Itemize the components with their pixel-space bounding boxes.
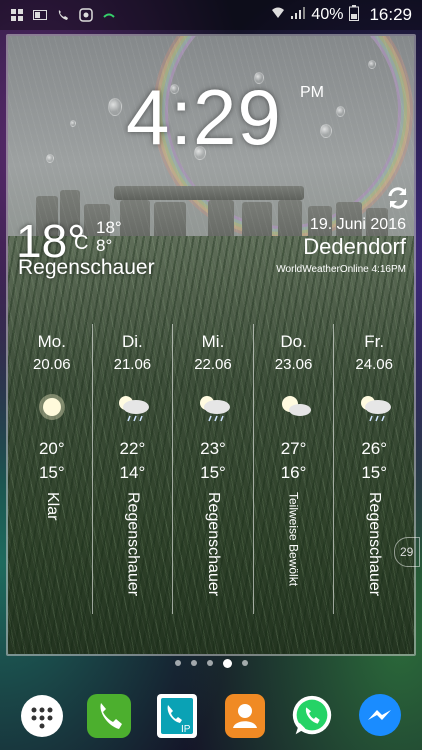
missed-call-icon: [102, 8, 116, 22]
forecast-high: 22°: [119, 439, 146, 458]
forecast-day-name: Fr.: [364, 332, 385, 351]
ip-call-app-icon[interactable]: IP: [153, 692, 201, 740]
forecast-condition: Klar: [43, 492, 61, 521]
forecast-low: 16°: [280, 463, 307, 482]
current-low: 8°: [96, 236, 113, 255]
sun-cloud-rain-icon: [354, 391, 394, 423]
forecast-day[interactable]: Do. 23.06 27° 16° Teilweise Bewölkt: [252, 324, 334, 614]
forecast-day-name: Mi.: [201, 332, 225, 351]
page-dot[interactable]: [190, 660, 197, 666]
apps-drawer-button[interactable]: [18, 692, 66, 740]
phone-app-icon[interactable]: [85, 692, 133, 740]
sun-cloud-rain-icon: [193, 391, 233, 423]
app-dock: IP: [0, 682, 422, 750]
forecast-date: 20.06: [33, 356, 71, 373]
svg-text:IP: IP: [181, 724, 191, 735]
forecast-day[interactable]: Fr. 24.06 26° 15° Regenschauer: [333, 324, 414, 614]
forecast-date: 21.06: [113, 356, 152, 373]
viber-icon: [79, 8, 93, 22]
forecast-condition: Regenschauer: [124, 492, 142, 597]
clock-ampm: PM: [300, 84, 324, 101]
forecast-condition: Regenschauer: [366, 492, 384, 597]
battery-40-icon: [33, 8, 47, 22]
forecast-high: 20°: [38, 439, 65, 458]
weather-source: WorldWeatherOnline 4:16PM: [276, 264, 406, 275]
forecast-high: 26°: [361, 439, 388, 458]
forecast-day[interactable]: Mi. 22.06 23° 15° Regenschauer: [172, 324, 253, 614]
refresh-icon[interactable]: [384, 184, 412, 212]
forecast-day-name: Di.: [122, 332, 143, 351]
call-forward-icon: [56, 8, 70, 22]
forecast-strip: Mo. 20.06 20° 15° Klar Di. 21.06 22° 14°…: [12, 324, 414, 614]
forecast-low: 15°: [361, 463, 388, 482]
forecast-high: 23°: [200, 439, 226, 458]
temperature-unit: C: [74, 232, 89, 254]
current-condition: Regenschauer: [18, 256, 155, 279]
sun-cloud-rain-icon: [112, 391, 152, 423]
messenger-app-icon[interactable]: [356, 692, 404, 740]
page-dot[interactable]: [206, 660, 213, 666]
weather-clock-widget[interactable]: 4:29 PM 18° C 18° 8° Regenschauer 19. Ju…: [6, 34, 416, 656]
whatsapp-app-icon[interactable]: [288, 692, 336, 740]
page-dot[interactable]: [241, 660, 248, 666]
forecast-day[interactable]: Di. 21.06 22° 14° Regenschauer: [91, 324, 173, 614]
forecast-low: 15°: [38, 463, 65, 482]
battery-percent: 40%: [311, 6, 344, 23]
forecast-day[interactable]: Mo. 20.06 20° 15° Klar: [12, 324, 92, 614]
forecast-condition: Teilweise Bewölkt: [286, 492, 301, 587]
forecast-date: 23.06: [274, 356, 313, 373]
contacts-app-icon[interactable]: [221, 692, 269, 740]
forecast-date: 22.06: [194, 356, 232, 373]
forecast-condition: Regenschauer: [204, 492, 222, 597]
forecast-day-name: Do.: [280, 332, 307, 351]
clock-time[interactable]: 4:29: [126, 72, 282, 163]
forecast-low: 15°: [200, 463, 226, 482]
page-indicator: [0, 659, 422, 668]
forecast-low: 14°: [119, 463, 146, 482]
location-name[interactable]: Dedendorf: [303, 234, 406, 260]
signal-icon: [291, 6, 306, 25]
wifi-icon: [271, 6, 285, 25]
battery-icon: [349, 4, 360, 26]
grid-icon: [10, 8, 24, 22]
current-date: 19. Juni 2016: [309, 216, 406, 233]
forecast-day-name: Mo.: [37, 332, 66, 351]
sun-icon: [32, 391, 72, 423]
status-bar: 40% 16:29: [0, 0, 422, 30]
sun-cloud-icon: [274, 391, 314, 423]
forecast-date: 24.06: [355, 356, 393, 373]
forecast-high: 27°: [280, 439, 307, 458]
current-high: 18°: [96, 218, 122, 237]
edge-panel-handle[interactable]: 29: [394, 537, 420, 567]
status-time: 16:29: [369, 5, 412, 24]
page-dot-active[interactable]: [222, 659, 232, 668]
page-dot[interactable]: [174, 660, 181, 666]
